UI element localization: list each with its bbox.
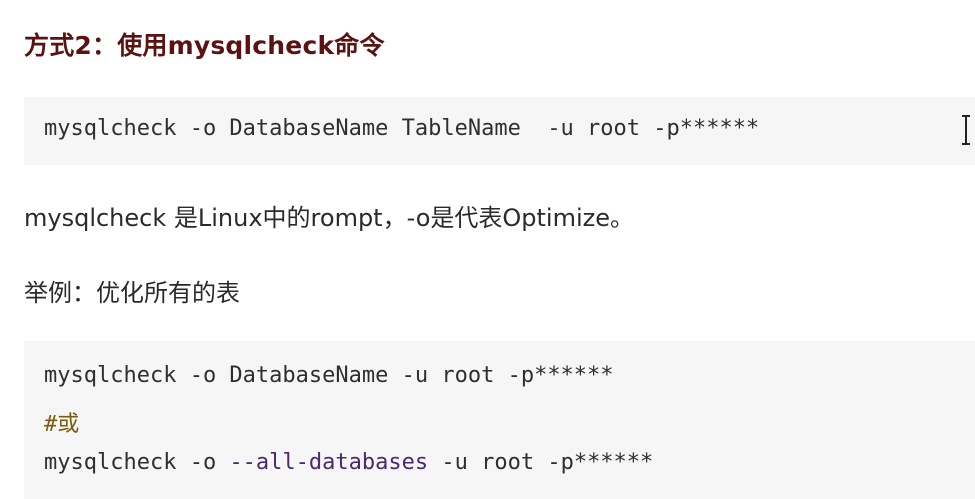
text-cursor-icon — [962, 115, 970, 145]
code-line: mysqlcheck -o DatabaseName -u root -p***… — [44, 363, 614, 388]
code-segment: mysqlcheck -o — [44, 450, 230, 475]
code-segment: -u root -p****** — [428, 450, 654, 475]
code-line: mysqlcheck -o DatabaseName TableName -u … — [44, 116, 760, 141]
code-comment: #或 — [44, 412, 80, 437]
code-block-table-optimize[interactable]: mysqlcheck -o DatabaseName TableName -u … — [24, 97, 975, 165]
explanation-paragraph: mysqlcheck 是Linux中的rompt，-o是代表Optimize。 — [24, 204, 634, 232]
code-block-all-databases[interactable]: mysqlcheck -o DatabaseName -u root -p***… — [24, 341, 975, 499]
example-paragraph: 举例：优化所有的表 — [24, 279, 240, 307]
code-line: mysqlcheck -o --all-databases -u root -p… — [44, 450, 653, 475]
code-flag: --all-databases — [229, 450, 429, 475]
section-heading: 方式2：使用mysqlcheck命令 — [24, 31, 385, 60]
